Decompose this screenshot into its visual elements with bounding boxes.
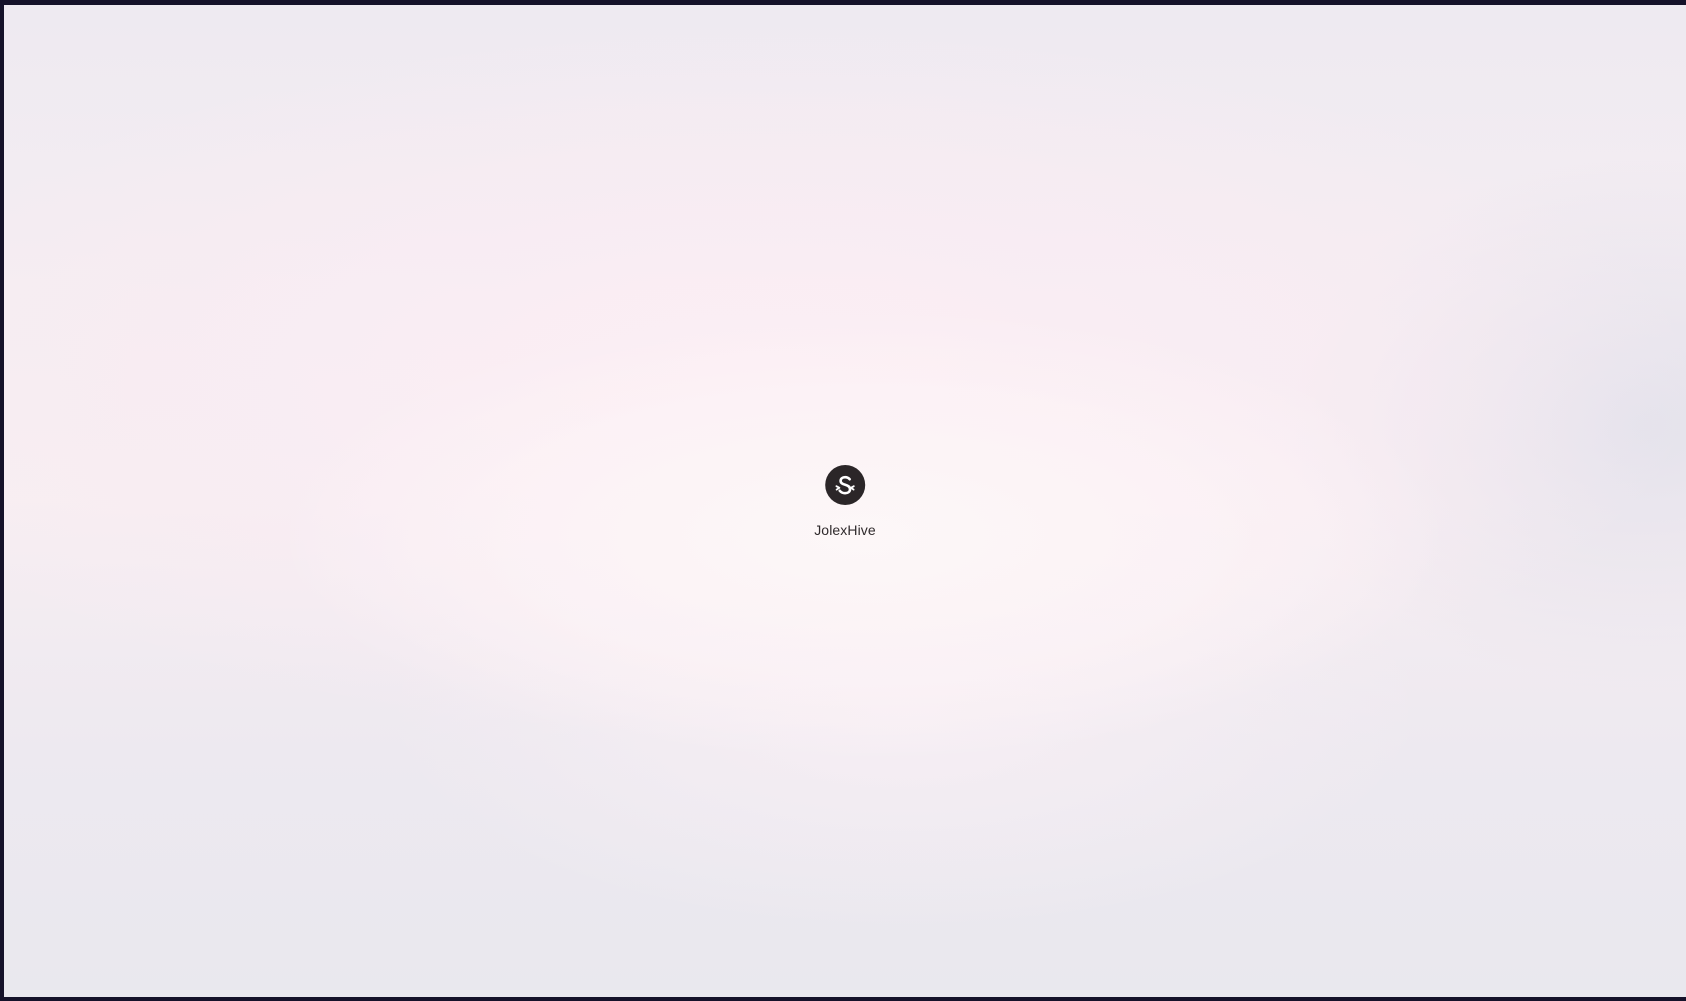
splash-content: JolexHive [814, 465, 876, 538]
app-name: JolexHive [814, 522, 876, 538]
splash-screen: JolexHive [4, 5, 1686, 997]
window-frame: JolexHive [0, 0, 1686, 1001]
jolexhive-logo-icon [825, 465, 865, 505]
logo-glyph [835, 475, 855, 495]
